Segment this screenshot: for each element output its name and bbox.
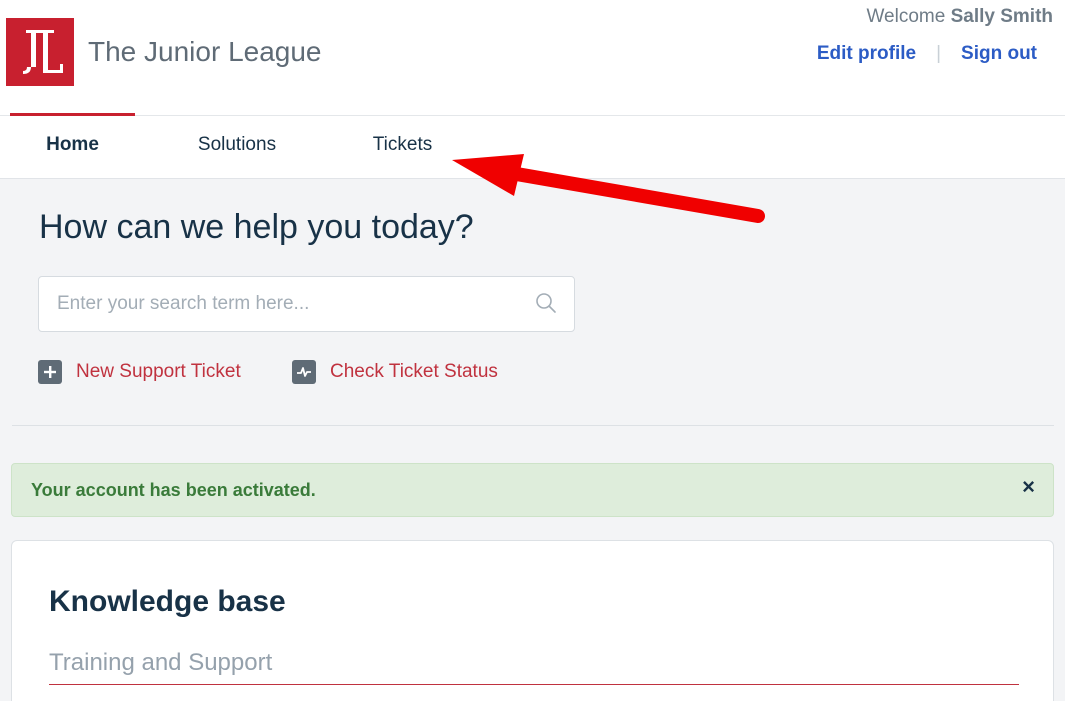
user-name: Sally Smith [950,6,1053,27]
knowledge-base-card: Knowledge base Training and Support [11,540,1054,701]
junior-league-logo[interactable] [6,18,74,86]
check-ticket-status-link[interactable]: Check Ticket Status [292,360,498,384]
kb-category-training-support[interactable]: Training and Support [49,649,272,677]
site-header: The Junior League Welcome Sally Smith Ed… [0,0,1065,116]
search-box [38,276,575,332]
search-icon[interactable] [534,291,558,315]
knowledge-base-title: Knowledge base [49,585,286,618]
link-separator: | [936,43,942,64]
tab-home[interactable]: Home [10,113,135,178]
category-underline [49,684,1019,685]
new-support-ticket-label: New Support Ticket [76,361,241,382]
welcome-message: Welcome Sally Smith [866,6,1053,28]
sign-out-link[interactable]: Sign out [961,43,1037,65]
tab-solutions[interactable]: Solutions [172,116,302,178]
pulse-icon [292,360,316,384]
new-support-ticket-link[interactable]: New Support Ticket [38,360,241,384]
portal-name: The Junior League [88,36,322,67]
search-input[interactable] [39,277,529,331]
success-alert: Your account has been activated. × [11,463,1054,517]
plus-square-icon [38,360,62,384]
page-title: How can we help you today? [39,208,474,246]
welcome-prefix: Welcome [866,6,946,27]
section-divider [12,425,1054,426]
user-links: Edit profile | Sign out [817,43,1037,65]
check-ticket-status-label: Check Ticket Status [330,361,498,382]
alert-message: Your account has been activated. [31,480,316,500]
edit-profile-link[interactable]: Edit profile [817,43,916,65]
tab-tickets[interactable]: Tickets [345,116,460,178]
main-navigation: Home Solutions Tickets [0,113,1065,179]
close-icon[interactable]: × [1022,474,1035,500]
